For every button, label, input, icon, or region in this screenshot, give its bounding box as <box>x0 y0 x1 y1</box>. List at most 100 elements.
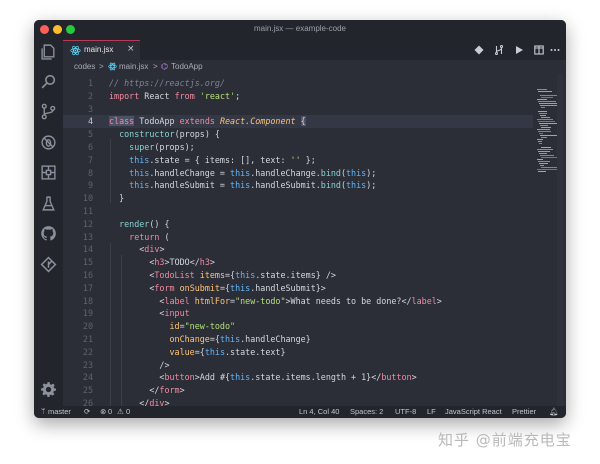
line-number[interactable]: 10 <box>63 192 93 205</box>
code-line[interactable]: 25 </form> <box>63 384 533 397</box>
code-line[interactable]: 15 <h3>TODO</h3> <box>63 256 533 269</box>
breadcrumb-folder[interactable]: codes <box>74 62 95 71</box>
code-line[interactable]: 21 onChange={this.handleChange} <box>63 333 533 346</box>
line-number[interactable]: 15 <box>63 256 93 269</box>
line-number[interactable]: 24 <box>63 371 93 384</box>
settings-gear-icon[interactable] <box>40 381 57 398</box>
line-number[interactable]: 23 <box>63 359 93 372</box>
open-changes-icon[interactable] <box>494 45 504 55</box>
language-mode[interactable]: JavaScript React <box>445 407 502 416</box>
line-number[interactable]: 3 <box>63 103 93 116</box>
git-icon[interactable] <box>40 256 57 273</box>
end-of-line[interactable]: LF <box>427 407 436 416</box>
code-editor[interactable]: 1 // https://reactjs.org/2 import React fr… <box>63 75 533 406</box>
minimap-line <box>537 99 547 100</box>
breadcrumb-file[interactable]: main.jsx <box>119 62 148 71</box>
extensions-icon[interactable] <box>40 164 57 181</box>
code-line[interactable]: 4 class TodoApp extends React.Component { <box>63 115 533 129</box>
line-number[interactable]: 14 <box>63 243 93 256</box>
notifications-bell-icon[interactable]: 🔔︎ <box>549 407 559 416</box>
line-number[interactable]: 12 <box>63 218 93 231</box>
files-icon[interactable] <box>40 43 57 60</box>
react-icon <box>70 45 81 56</box>
line-number[interactable]: 11 <box>63 205 93 218</box>
code-line[interactable]: 14 <div> <box>63 243 533 256</box>
code-line[interactable]: 12 render() { <box>63 218 533 231</box>
minimap-line <box>538 161 550 162</box>
code-line[interactable]: 17 <form onSubmit={this.handleSubmit}> <box>63 282 533 295</box>
code-text: constructor(props) { <box>119 129 220 140</box>
code-line[interactable]: 13 return ( <box>63 231 533 244</box>
search-icon[interactable] <box>40 73 57 90</box>
code-line[interactable]: 10 } <box>63 192 533 205</box>
code-line[interactable]: 3 <box>63 103 533 116</box>
sync-icon[interactable]: ⟳ <box>84 407 90 416</box>
code-line[interactable]: 18 <label htmlFor="new-todo">What needs … <box>63 295 533 308</box>
line-number[interactable]: 21 <box>63 333 93 346</box>
debug-icon[interactable] <box>40 134 57 151</box>
line-number[interactable]: 20 <box>63 320 93 333</box>
line-number[interactable]: 2 <box>63 90 93 103</box>
vertical-scrollbar[interactable] <box>557 75 563 406</box>
split-editor-icon[interactable] <box>534 45 544 55</box>
code-line[interactable]: 16 <TodoList items={this.state.items} /> <box>63 269 533 282</box>
line-number[interactable]: 7 <box>63 154 93 167</box>
code-line[interactable]: 20 id="new-todo" <box>63 320 533 333</box>
code-line[interactable]: 7 this.state = { items: [], text: '' }; <box>63 154 533 167</box>
code-line[interactable]: 6 super(props); <box>63 141 533 154</box>
code-line[interactable]: 11 <box>63 205 533 218</box>
code-line[interactable]: 23 /> <box>63 359 533 372</box>
code-text: <label htmlFor="new-todo">What needs to … <box>109 295 442 306</box>
line-number[interactable]: 8 <box>63 167 93 180</box>
encoding[interactable]: UTF-8 <box>395 407 416 416</box>
flask-icon[interactable] <box>40 195 57 212</box>
branch-icon: ᛘ <box>41 407 46 416</box>
line-number[interactable]: 17 <box>63 282 93 295</box>
minimap-line <box>541 137 547 138</box>
line-number[interactable]: 6 <box>63 141 93 154</box>
breadcrumb-symbol[interactable]: TodoApp <box>171 62 203 71</box>
code-line[interactable]: 1 // https://reactjs.org/ <box>63 77 533 90</box>
line-number[interactable]: 5 <box>63 128 93 141</box>
breadcrumb: codes > main.jsx > ⌬ TodoApp <box>63 60 543 74</box>
code-line[interactable]: 22 value={this.state.text} <box>63 346 533 359</box>
code-line[interactable]: 24 <button>Add #{this.state.items.length… <box>63 371 533 384</box>
branch-name[interactable]: master <box>48 407 71 416</box>
code-line[interactable]: 8 this.handleChange = this.handleChange.… <box>63 167 533 180</box>
indentation[interactable]: Spaces: 2 <box>350 407 383 416</box>
minimap-line <box>540 155 554 156</box>
line-number[interactable]: 22 <box>63 346 93 359</box>
code-line[interactable]: 19 <input <box>63 307 533 320</box>
line-number[interactable]: 19 <box>63 307 93 320</box>
line-number[interactable]: 25 <box>63 384 93 397</box>
line-number[interactable]: 18 <box>63 295 93 308</box>
code-text: </div> <box>109 398 170 406</box>
source-control-icon[interactable] <box>40 103 57 120</box>
close-tab-icon[interactable]: × <box>127 44 135 54</box>
errors-count[interactable]: 0 <box>108 407 112 416</box>
minimap-line <box>537 89 547 90</box>
more-actions-icon[interactable] <box>550 45 560 55</box>
run-icon[interactable] <box>514 45 524 55</box>
line-number[interactable]: 26 <box>63 397 93 406</box>
line-number[interactable]: 13 <box>63 231 93 244</box>
tab-label: main.jsx <box>84 45 114 54</box>
warnings-icon: ⚠ <box>117 407 124 416</box>
code-line[interactable]: 5 constructor(props) { <box>63 128 533 141</box>
code-text: value={this.state.text} <box>109 346 286 357</box>
line-number[interactable]: 16 <box>63 269 93 282</box>
code-line[interactable]: 9 this.handleSubmit = this.handleSubmit.… <box>63 179 533 192</box>
line-number[interactable]: 1 <box>63 77 93 90</box>
formatter[interactable]: Prettier <box>512 407 536 416</box>
line-number[interactable]: 9 <box>63 179 93 192</box>
git-icon[interactable] <box>474 45 484 55</box>
code-line[interactable]: 26 </div> <box>63 397 533 406</box>
minimap-line <box>541 147 551 148</box>
warnings-count[interactable]: 0 <box>126 407 130 416</box>
tab-main-jsx[interactable]: main.jsx × <box>63 40 140 60</box>
minimap-line <box>539 133 543 134</box>
github-icon[interactable] <box>40 225 57 242</box>
cursor-position[interactable]: Ln 4, Col 40 <box>299 407 339 416</box>
code-line[interactable]: 2 import React from 'react'; <box>63 90 533 103</box>
line-number[interactable]: 4 <box>63 115 93 128</box>
